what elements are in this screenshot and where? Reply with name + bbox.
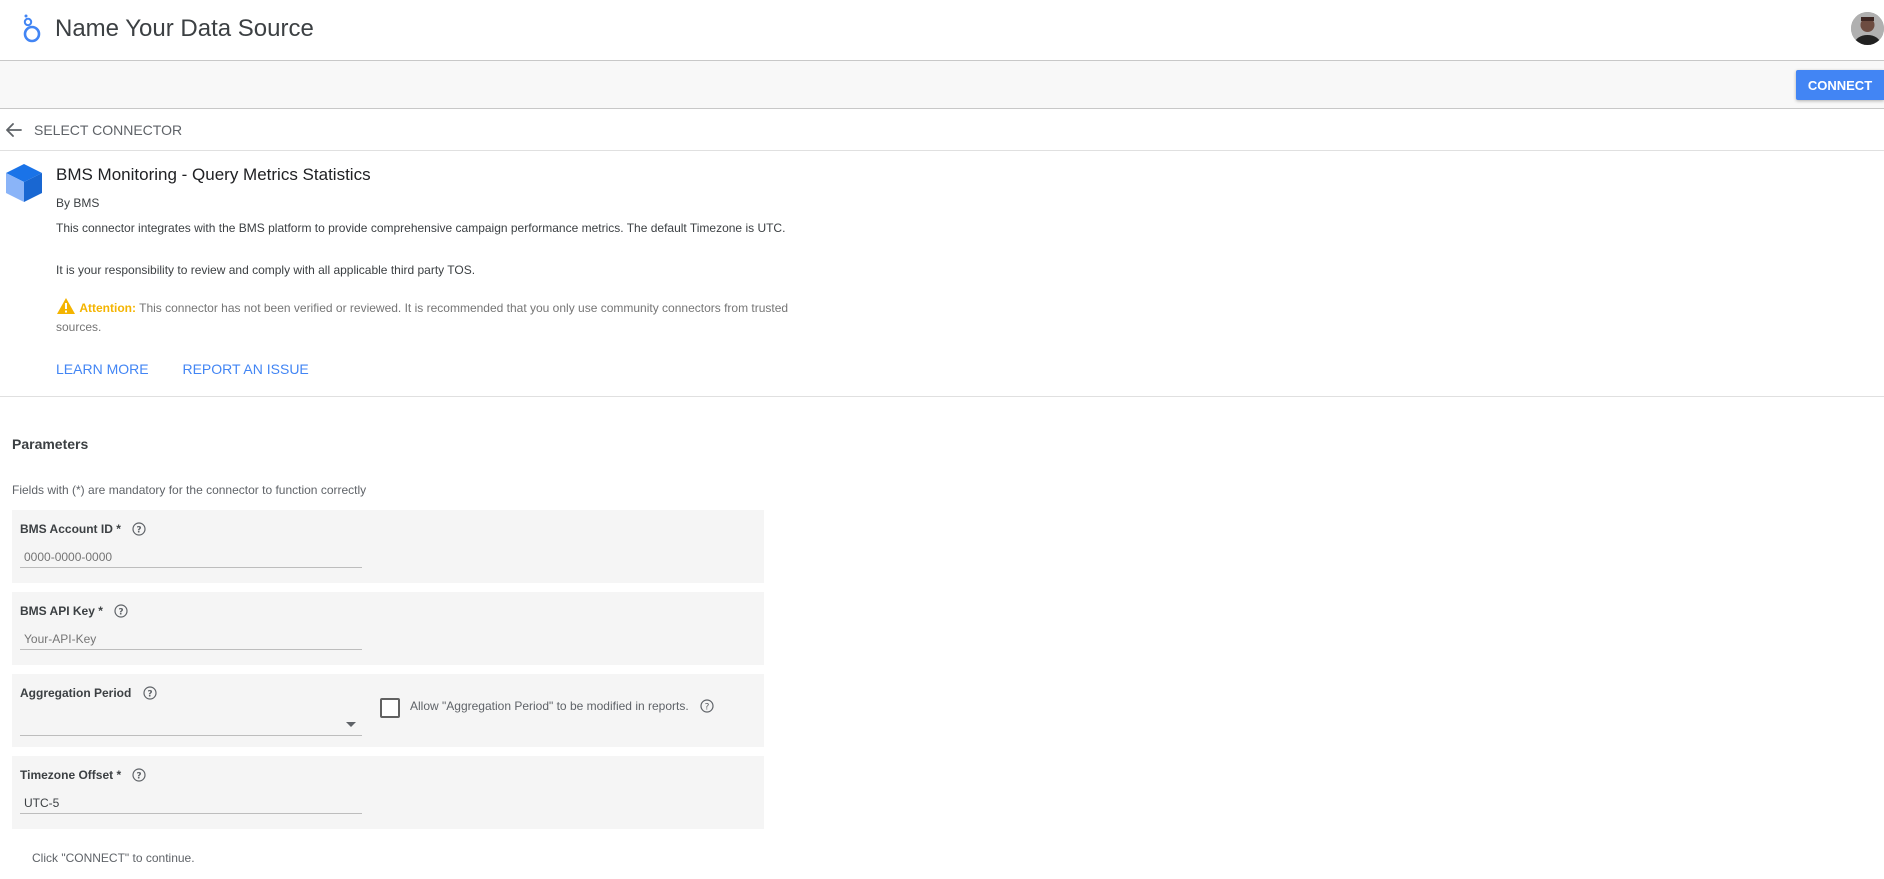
bms-account-id-input[interactable]: [20, 546, 362, 568]
warning-icon: [57, 298, 75, 314]
report-issue-link[interactable]: REPORT AN ISSUE: [182, 361, 308, 377]
param-timezone-offset: Timezone Offset * ?: [12, 756, 764, 829]
help-icon[interactable]: ?: [700, 699, 714, 713]
page-title[interactable]: Name Your Data Source: [55, 15, 314, 43]
caret-down-icon: [346, 722, 356, 727]
allow-modify-label[interactable]: Allow "Aggregation Period" to be modifie…: [410, 699, 689, 713]
parameters-title: Parameters: [12, 436, 89, 452]
connect-button[interactable]: CONNECT: [1796, 70, 1884, 100]
svg-text:?: ?: [705, 703, 710, 713]
help-icon[interactable]: ?: [132, 768, 147, 782]
select-connector-label[interactable]: SELECT CONNECTOR: [34, 122, 182, 138]
svg-text:?: ?: [147, 690, 152, 700]
param-aggregation-period: Aggregation Period ? Allow "Aggregation …: [12, 674, 764, 747]
svg-text:?: ?: [137, 526, 142, 536]
attention-text: This connector has not been verified or …: [56, 301, 789, 334]
user-avatar-icon[interactable]: [1851, 12, 1884, 45]
param-label: Aggregation Period: [20, 686, 132, 700]
param-label: Timezone Offset *: [20, 768, 122, 782]
looker-studio-logo-icon[interactable]: [20, 14, 44, 44]
toolbar: CONNECT: [0, 61, 1884, 109]
svg-text:?: ?: [137, 772, 142, 782]
timezone-offset-input[interactable]: [20, 792, 362, 814]
cube-icon: [6, 164, 42, 202]
param-bms-account-id: BMS Account ID * ?: [12, 510, 764, 583]
svg-text:?: ?: [119, 608, 124, 618]
help-icon[interactable]: ?: [143, 686, 157, 700]
connector-links: LEARN MORE REPORT AN ISSUE: [56, 361, 339, 377]
bms-api-key-input[interactable]: [20, 628, 362, 650]
section-divider: [0, 396, 1884, 397]
help-icon[interactable]: ?: [132, 522, 146, 536]
aggregation-period-select[interactable]: [20, 710, 362, 736]
attention-label: Attention:: [79, 301, 136, 315]
connector-name: BMS Monitoring - Query Metrics Statistic…: [56, 165, 371, 184]
connector-author: By BMS: [56, 196, 100, 210]
tos-notice: It is your responsibility to review and …: [56, 263, 476, 277]
param-bms-api-key: BMS API Key * ?: [12, 592, 764, 665]
help-icon[interactable]: ?: [114, 604, 128, 618]
param-label: BMS Account ID *: [20, 522, 121, 536]
param-label: BMS API Key *: [20, 604, 103, 618]
footer-note: Click "CONNECT" to continue.: [32, 851, 195, 865]
arrow-left-icon[interactable]: [5, 121, 23, 139]
connector-description: This connector integrates with the BMS p…: [56, 221, 786, 235]
app-header: Name Your Data Source: [0, 0, 1884, 61]
attention-notice: Attention: This connector has not been v…: [56, 297, 796, 337]
select-connector-row: SELECT CONNECTOR: [0, 109, 1884, 151]
allow-modify-checkbox[interactable]: [380, 698, 400, 718]
learn-more-link[interactable]: LEARN MORE: [56, 361, 149, 377]
mandatory-note: Fields with (*) are mandatory for the co…: [12, 483, 367, 497]
